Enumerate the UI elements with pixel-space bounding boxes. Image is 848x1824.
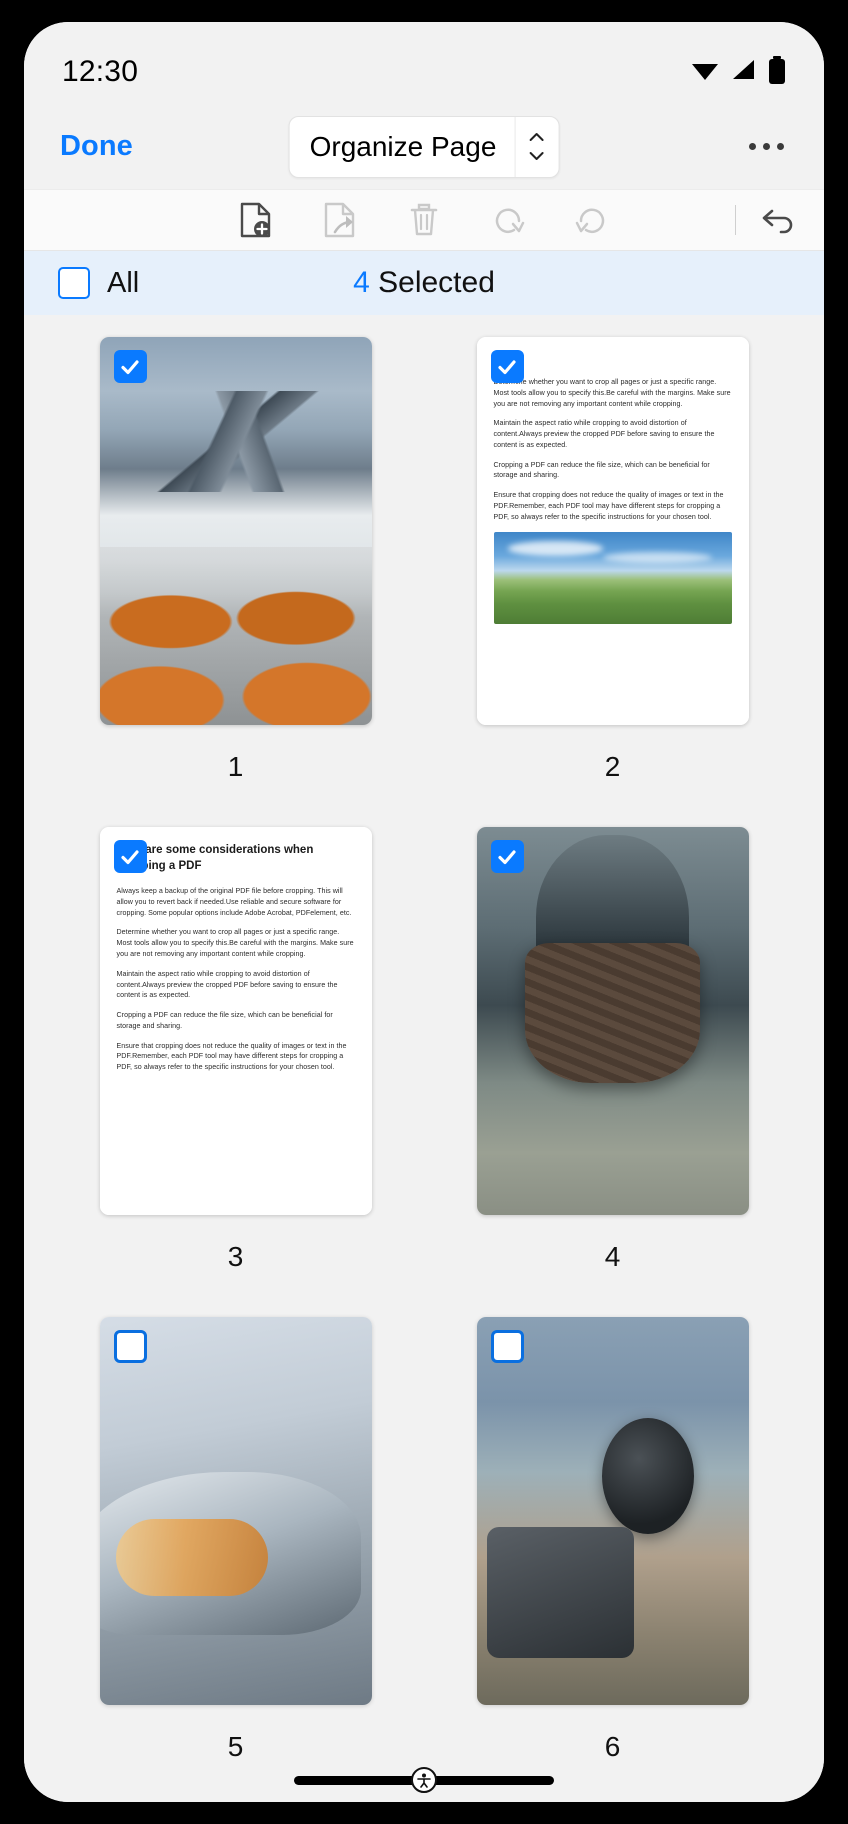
more-options-icon[interactable] (745, 133, 788, 160)
page-number-label: 5 (227, 1731, 244, 1762)
status-bar: 12:30 (24, 22, 824, 104)
page-thumbnail[interactable]: Here are some considerations when croppi… (99, 827, 372, 1215)
battery-icon (768, 55, 786, 89)
page-checkbox-checked[interactable] (490, 350, 524, 383)
status-icons (690, 55, 786, 89)
document-paragraph: Ensure that cropping does not reduce the… (116, 1041, 347, 1072)
undo-icon[interactable] (756, 198, 800, 242)
selected-count-label: 4 Selected (353, 266, 495, 300)
page-preview-image (99, 337, 372, 725)
select-all-checkbox[interactable] (58, 267, 90, 299)
page-thumbnail-grid: 1 Determine whether you want to crop all … (24, 315, 824, 1802)
select-all-toggle[interactable]: All (58, 267, 139, 300)
document-paragraph: Maintain the aspect ratio while cropping… (493, 419, 715, 449)
selection-bar: All 4 Selected (24, 251, 824, 315)
document-paragraph: Determine whether you want to crop all p… (493, 378, 731, 408)
page-number-label: 6 (604, 1731, 621, 1762)
page-tools-toolbar (24, 189, 824, 251)
organize-page-selector[interactable]: Organize Page (288, 115, 560, 178)
rotate-right-icon[interactable] (486, 198, 530, 242)
page-preview-image (99, 1317, 372, 1705)
phone-screen: 12:30 Done Organize Page All 4 Selected … (24, 22, 824, 1802)
status-time: 12:30 (62, 55, 139, 88)
page-cell[interactable]: 6 (435, 1317, 790, 1802)
document-paragraph: Ensure that cropping does not reduce the… (493, 491, 724, 521)
page-cell[interactable]: 1 (58, 337, 413, 827)
rotate-left-icon[interactable] (570, 198, 614, 242)
page-preview-image (476, 827, 749, 1215)
page-preview-image (476, 1317, 749, 1705)
page-checkbox-checked[interactable] (490, 840, 524, 873)
selected-count-suffix: Selected (369, 266, 495, 299)
select-all-label: All (107, 266, 140, 299)
wifi-icon (690, 58, 720, 87)
page-preview-document: Determine whether you want to crop all p… (476, 337, 749, 725)
page-checkbox-checked[interactable] (113, 840, 147, 873)
page-checkbox-unchecked[interactable] (490, 1330, 524, 1363)
extract-page-icon[interactable] (318, 198, 362, 242)
document-heading: Here are some considerations when croppi… (116, 844, 314, 872)
page-cell[interactable]: 4 (435, 827, 790, 1317)
toolbar-right-group (735, 198, 800, 242)
page-cell[interactable]: Determine whether you want to crop all p… (435, 337, 790, 827)
document-paragraph: Cropping a PDF can reduce the file size,… (116, 1011, 333, 1030)
delete-page-icon[interactable] (402, 198, 446, 242)
page-preview-document: Here are some considerations when croppi… (99, 827, 372, 1215)
navigation-bar: Done Organize Page (24, 104, 824, 189)
insert-page-icon[interactable] (234, 198, 278, 242)
page-title: Organize Page (309, 130, 497, 162)
page-number-label: 4 (604, 1241, 621, 1272)
page-number-label: 2 (604, 751, 621, 782)
page-checkbox-unchecked[interactable] (113, 1330, 147, 1363)
selected-count-number: 4 (353, 266, 370, 299)
document-paragraph: Cropping a PDF can reduce the file size,… (493, 460, 710, 480)
page-thumbnail[interactable]: Determine whether you want to crop all p… (476, 337, 749, 725)
page-thumbnail[interactable] (99, 337, 372, 725)
toolbar-divider (735, 205, 736, 235)
page-thumbnail[interactable] (99, 1317, 372, 1705)
page-thumbnail[interactable] (476, 1317, 749, 1705)
done-button[interactable]: Done (60, 130, 133, 163)
chevron-up-down-icon[interactable] (514, 116, 558, 177)
page-cell[interactable]: Here are some considerations when croppi… (58, 827, 413, 1317)
page-thumbnail[interactable] (476, 827, 749, 1215)
page-number-label: 1 (227, 751, 244, 782)
document-paragraph: Maintain the aspect ratio while cropping… (116, 969, 338, 1000)
page-cell[interactable]: 5 (58, 1317, 413, 1802)
tool-group (234, 198, 614, 242)
document-paragraph: Always keep a backup of the original PDF… (116, 887, 352, 917)
document-embedded-image (493, 531, 732, 624)
document-paragraph: Determine whether you want to crop all p… (116, 928, 354, 958)
page-number-label: 3 (227, 1241, 244, 1272)
cellular-signal-icon (730, 58, 758, 87)
page-checkbox-checked[interactable] (113, 350, 147, 383)
